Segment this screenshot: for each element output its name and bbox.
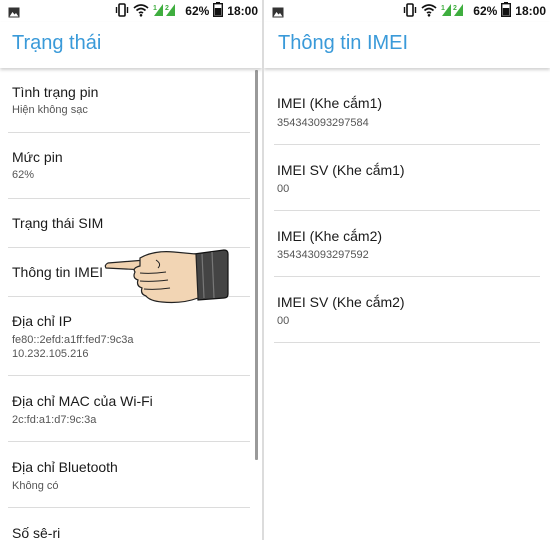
battery-percent: 62% xyxy=(185,4,210,18)
item-title: Địa chỉ IP xyxy=(12,313,72,329)
list-item-ip-address[interactable]: Địa chỉ IP fe80::2efd:a1ff:fed7:9c3a 10.… xyxy=(0,297,262,375)
list-item-serial-number[interactable]: Số sê-ri xyxy=(0,508,262,540)
wifi-icon xyxy=(133,3,149,20)
item-title: IMEI (Khe cắm1) xyxy=(277,95,383,111)
list-item-imei-sv-slot1[interactable]: IMEI SV (Khe cắm1) 00 xyxy=(264,145,550,210)
item-title: Mức pin xyxy=(12,149,63,165)
item-title: Địa chỉ MAC của Wi-Fi xyxy=(12,393,153,409)
imei-screen: 12 62% 18:00 Thông tin IMEI IMEI (Khe cắ… xyxy=(264,0,550,540)
wifi-icon xyxy=(421,3,437,20)
vibrate-icon xyxy=(115,2,129,20)
item-subtitle: 2c:fd:a1:d7:9c:3a xyxy=(12,414,97,426)
clock: 18:00 xyxy=(227,4,258,18)
list-item-battery-level[interactable]: Mức pin 62% xyxy=(0,133,262,198)
app-bar: Trạng thái xyxy=(0,22,262,68)
list-item-imei-sv-slot2[interactable]: IMEI SV (Khe cắm2) 00 xyxy=(264,277,550,342)
page-title: Thông tin IMEI xyxy=(278,32,409,54)
item-value: 00 xyxy=(277,315,290,327)
svg-text:1: 1 xyxy=(153,5,157,12)
divider xyxy=(274,342,540,343)
signal-icon: 12 xyxy=(153,2,181,21)
item-title: IMEI SV (Khe cắm2) xyxy=(277,294,405,310)
vibrate-icon xyxy=(403,2,417,20)
battery-icon xyxy=(213,2,224,20)
svg-text:2: 2 xyxy=(165,5,169,12)
item-value: 354343093297592 xyxy=(277,249,369,261)
item-title: Số sê-ri xyxy=(12,525,61,540)
item-subtitle: Không có xyxy=(12,480,59,492)
list-item-imei-slot1[interactable]: IMEI (Khe cắm1) 354343093297584 xyxy=(264,68,550,144)
item-value: 00 xyxy=(277,183,290,195)
status-bar: 12 62% 18:00 xyxy=(264,0,550,22)
scrollbar[interactable] xyxy=(255,70,258,460)
screenshot-composite: 12 62% 18:00 Trạng thái Tình trạng pin H… xyxy=(0,0,550,540)
status-bar: 12 62% 18:00 xyxy=(0,0,262,22)
item-value: 354343093297584 xyxy=(277,117,369,129)
image-icon xyxy=(8,5,20,23)
item-title: Trạng thái SIM xyxy=(12,215,104,231)
item-title: Tình trạng pin xyxy=(12,84,99,100)
status-screen: 12 62% 18:00 Trạng thái Tình trạng pin H… xyxy=(0,0,262,540)
battery-icon xyxy=(501,2,512,20)
imei-list: IMEI (Khe cắm1) 354343093297584 IMEI SV … xyxy=(264,68,550,540)
image-icon xyxy=(272,5,284,23)
signal-icon: 12 xyxy=(441,2,469,21)
item-subtitle: 62% xyxy=(12,169,35,181)
item-subtitle: Hiện không sạc xyxy=(12,104,88,116)
list-item-imei-slot2[interactable]: IMEI (Khe cắm2) 354343093297592 xyxy=(264,211,550,276)
item-title: Địa chỉ Bluetooth xyxy=(12,459,118,475)
clock: 18:00 xyxy=(515,4,546,18)
svg-text:1: 1 xyxy=(441,5,445,12)
list-item-wifi-mac[interactable]: Địa chỉ MAC của Wi-Fi 2c:fd:a1:d7:9c:3a xyxy=(0,376,262,441)
list-item-battery-status[interactable]: Tình trạng pin Hiện không sạc xyxy=(0,68,262,132)
svg-text:2: 2 xyxy=(453,5,457,12)
battery-percent: 62% xyxy=(473,4,498,18)
item-title: IMEI (Khe cắm2) xyxy=(277,228,383,244)
item-title: Thông tin IMEI xyxy=(12,264,104,280)
pointing-hand-icon xyxy=(102,244,232,306)
page-title: Trạng thái xyxy=(12,32,102,54)
list-item-sim-status[interactable]: Trạng thái SIM xyxy=(0,199,262,247)
item-title: IMEI SV (Khe cắm1) xyxy=(277,162,405,178)
list-item-bluetooth-address[interactable]: Địa chỉ Bluetooth Không có xyxy=(0,442,262,507)
item-subtitle: fe80::2efd:a1ff:fed7:9c3a 10.232.105.216 xyxy=(12,334,134,360)
app-bar: Thông tin IMEI xyxy=(264,22,550,68)
